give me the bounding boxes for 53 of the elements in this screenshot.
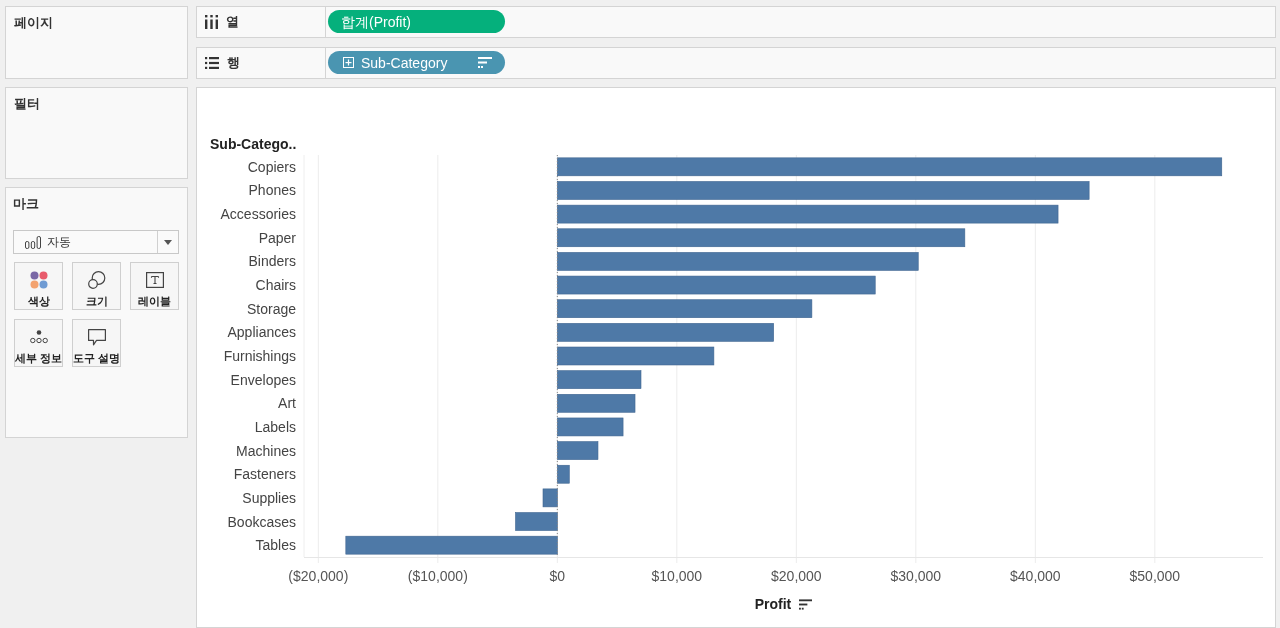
category-label: Furnishings	[223, 347, 296, 364]
label-button[interactable]: 레이블	[130, 262, 179, 310]
category-label: Phones	[248, 182, 296, 199]
dots-icon	[29, 330, 48, 344]
text-box-icon	[145, 272, 164, 288]
plus-box-icon	[343, 57, 354, 69]
shelf-label: 열	[226, 13, 239, 32]
category-label: Chairs	[255, 276, 296, 293]
category-label: Accessories	[220, 205, 296, 222]
list-icon	[205, 56, 219, 69]
category-label: Copiers	[247, 158, 296, 175]
bar	[557, 417, 624, 437]
bar	[557, 464, 570, 484]
category-label: Tables	[255, 536, 296, 553]
category-label: Fasteners	[233, 466, 296, 483]
tick-label: $50,000	[1129, 567, 1181, 584]
columns-icon	[205, 14, 218, 29]
category-label: Machines	[236, 442, 296, 459]
tick-label: ($10,000)	[407, 567, 468, 584]
category-label: Appliances	[227, 324, 296, 341]
category-label: Bookcases	[227, 513, 296, 530]
row-header: Sub-Catego..	[210, 135, 297, 152]
category-label: Supplies	[242, 489, 296, 506]
circles-icon	[87, 271, 106, 289]
tick-label: ($20,000)	[288, 567, 349, 584]
detail-button[interactable]: 세부 정보	[14, 319, 63, 367]
bar-chart-icon	[25, 235, 41, 249]
bar	[542, 488, 558, 507]
tick-label: $40,000	[1010, 567, 1061, 584]
tick-label: $20,000	[771, 567, 822, 584]
filters-title: 필터	[14, 96, 41, 112]
axis-title: Profit	[754, 595, 792, 615]
color-button[interactable]: 색상	[14, 262, 63, 310]
tick-label: $0	[549, 567, 566, 584]
category-label: Envelopes	[230, 371, 296, 388]
tick-label: $10,000	[651, 567, 703, 584]
caret-icon	[164, 239, 172, 245]
pages-title: 페이지	[14, 15, 54, 31]
tooltip-button[interactable]: 도구 설명	[72, 319, 121, 367]
size-button[interactable]: 크기	[72, 262, 121, 310]
category-label: Labels	[254, 418, 296, 435]
category-label: Binders	[248, 253, 296, 270]
category-label: Art	[278, 395, 296, 412]
speech-bubble-icon	[87, 328, 106, 346]
bar	[557, 441, 599, 460]
shelf-label: 행	[227, 54, 240, 73]
four-dots-icon	[29, 271, 48, 289]
bar	[515, 512, 558, 531]
mark-type-dropdown[interactable]: 자동	[13, 230, 179, 254]
marks-title: 마크	[13, 196, 40, 212]
tick-label: $30,000	[890, 567, 942, 584]
category-label: Storage	[246, 300, 296, 317]
category-label: Paper	[258, 229, 296, 246]
